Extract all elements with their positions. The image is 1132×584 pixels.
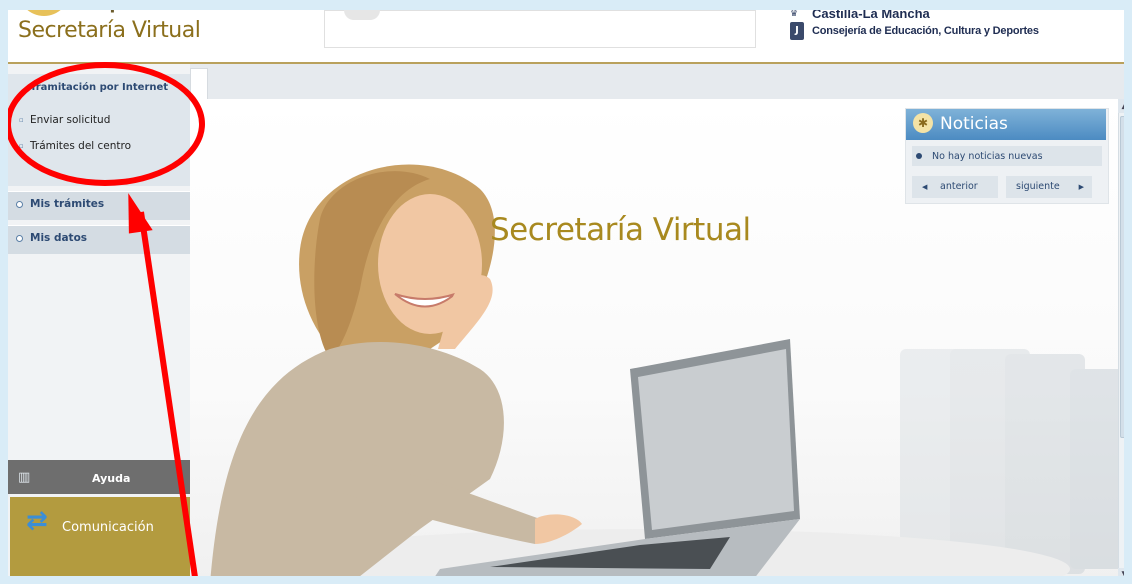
annotation-arrow (128, 193, 199, 584)
